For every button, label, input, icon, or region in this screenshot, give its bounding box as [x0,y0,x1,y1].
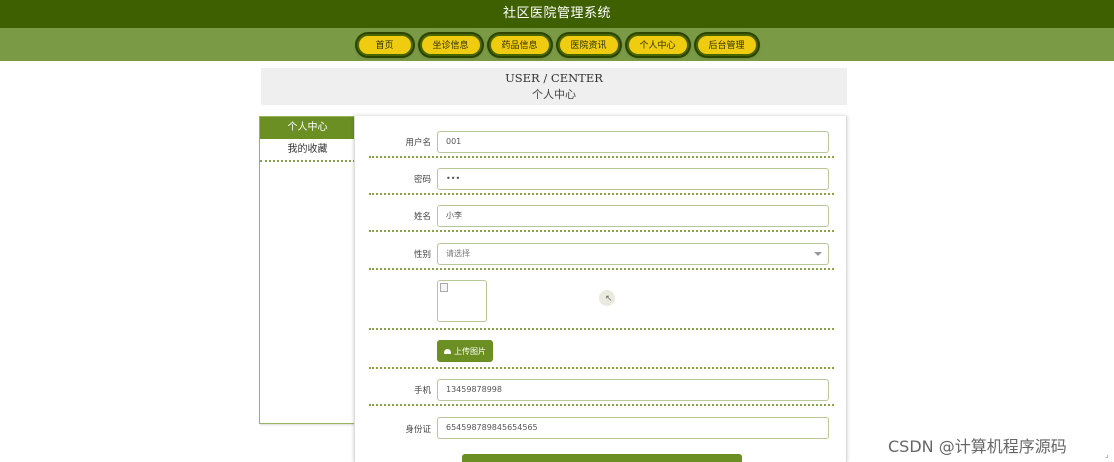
username-row: 用户名 001 [369,129,834,158]
nav-item-admin[interactable]: 后台管理 [695,33,758,56]
upload-image-button[interactable]: 上传图片 [437,340,493,362]
name-row: 姓名 小李 [369,203,834,232]
submit-button[interactable] [462,454,742,462]
chevron-down-icon [814,252,822,256]
sidebar-item-user-center[interactable]: 个人中心 [260,117,355,139]
app-title: 社区医院管理系统 [0,0,1114,28]
phone-row: 手机 13459878998 [369,377,834,406]
id-card-input[interactable]: 654598789845654565 [437,417,829,439]
nav-item-medicine-info[interactable]: 药品信息 [488,33,551,56]
broken-image-icon [440,283,448,292]
page-header-cn: 个人中心 [532,88,576,101]
sidebar-item-favorites[interactable]: 我的收藏 [260,139,355,162]
nav-item-user-center[interactable]: 个人中心 [626,33,689,56]
watermark: CSDN @计算机程序源码 [888,437,1067,456]
upload-image-label: 上传图片 [454,346,486,356]
phone-label: 手机 [413,386,431,396]
sidebar: 个人中心 我的收藏 [259,116,356,424]
phone-input[interactable]: 13459878998 [437,379,829,401]
gender-row: 性别 请选择 [369,240,834,270]
avatar-row: ↖ [369,278,834,330]
gender-label: 性别 [413,250,431,260]
name-label: 姓名 [413,212,431,222]
resize-corner-icon: ⌟ [1105,450,1109,459]
gender-select[interactable]: 请选择 [437,243,829,265]
upload-row: 上传图片 [369,338,834,369]
profile-form: 用户名 001 密码 ••• 姓名 小李 性别 请选择 ↖ 上传图片 手机 13… [354,116,847,462]
page-header-en: USER / CENTER [505,71,603,85]
page-header: USER / CENTER 个人中心 [261,68,847,105]
nav-item-hospital-news[interactable]: 医院资讯 [557,33,620,56]
id-card-row: 身份证 654598789845654565 [369,416,834,444]
cloud-upload-icon [444,348,451,354]
top-nav: 首页 坐诊信息 药品信息 医院资讯 个人中心 后台管理 [0,28,1114,61]
password-input[interactable]: ••• [437,168,829,190]
username-label: 用户名 [405,138,431,148]
avatar-image [437,280,487,322]
password-label: 密码 [413,175,431,185]
password-row: 密码 ••• [369,166,834,195]
id-card-label: 身份证 [405,425,431,435]
name-input[interactable]: 小李 [437,205,829,227]
nav-item-clinic-info[interactable]: 坐诊信息 [419,33,482,56]
nav-item-home[interactable]: 首页 [356,33,413,56]
page: 社区医院管理系统 首页 坐诊信息 药品信息 医院资讯 个人中心 后台管理 USE… [0,0,1114,462]
username-input[interactable]: 001 [437,131,829,153]
gender-select-value: 请选择 [446,249,470,258]
mouse-cursor-icon: ↖ [605,294,613,304]
